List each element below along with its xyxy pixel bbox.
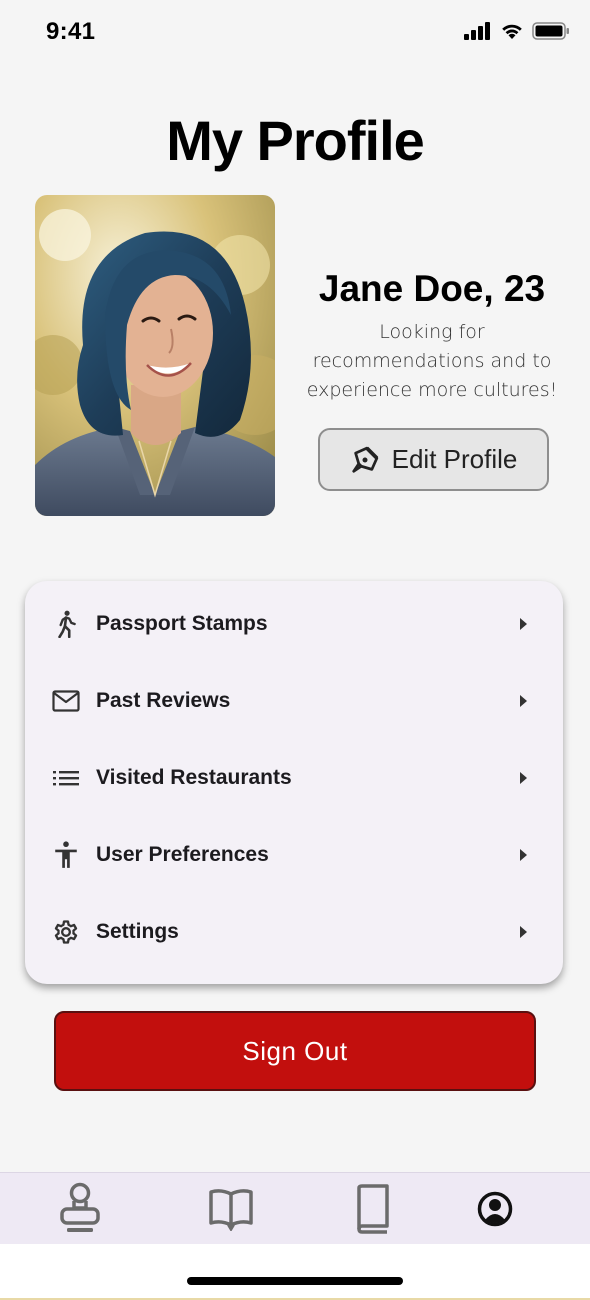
sign-out-button[interactable]: Sign Out bbox=[54, 1011, 536, 1091]
menu-item-past-reviews[interactable]: Past Reviews bbox=[25, 662, 563, 739]
battery-icon bbox=[532, 22, 569, 40]
edit-profile-button[interactable]: Edit Profile bbox=[318, 428, 549, 491]
nav-passport-stamps[interactable] bbox=[52, 1181, 108, 1237]
passport-stamp-icon bbox=[60, 1182, 100, 1232]
sign-out-label: Sign Out bbox=[242, 1035, 348, 1066]
menu-item-label: Visited Restaurants bbox=[96, 765, 292, 789]
list-icon bbox=[51, 763, 81, 793]
closed-book-icon bbox=[357, 1184, 389, 1234]
profile-bio: Looking for recommendations and to exper… bbox=[306, 321, 558, 401]
edit-profile-label: Edit Profile bbox=[391, 444, 518, 474]
home-indicator[interactable] bbox=[187, 1277, 403, 1285]
status-icons bbox=[464, 22, 570, 40]
accessibility-person-icon bbox=[51, 840, 81, 870]
chevron-right-icon bbox=[520, 848, 527, 861]
chevron-right-icon bbox=[520, 925, 527, 938]
pen-tool-icon bbox=[352, 446, 378, 473]
chevron-right-icon bbox=[520, 694, 527, 707]
menu-item-label: Past Reviews bbox=[96, 688, 231, 712]
home-indicator-area bbox=[0, 1244, 590, 1300]
menu-item-label: User Preferences bbox=[96, 842, 269, 866]
page-title: My Profile bbox=[166, 109, 425, 172]
gear-icon bbox=[51, 917, 81, 947]
status-bar: 9:41 bbox=[0, 0, 590, 66]
menu-item-passport-stamps[interactable]: Passport Stamps bbox=[25, 585, 563, 662]
menu-item-visited-restaurants[interactable]: Visited Restaurants bbox=[25, 739, 563, 816]
wifi-icon bbox=[502, 24, 522, 39]
mail-icon bbox=[51, 686, 81, 716]
menu-item-label: Passport Stamps bbox=[96, 611, 268, 635]
profile-name: Jane Doe, 23 bbox=[318, 268, 546, 309]
chevron-right-icon bbox=[520, 771, 527, 784]
nav-open-book[interactable] bbox=[203, 1181, 259, 1237]
nav-account[interactable] bbox=[467, 1181, 523, 1237]
open-book-icon bbox=[209, 1189, 253, 1231]
menu-item-settings[interactable]: Settings bbox=[25, 893, 563, 970]
account-circle-icon bbox=[477, 1191, 513, 1227]
status-time: 9:41 bbox=[46, 18, 96, 45]
menu-item-label: Settings bbox=[96, 919, 179, 943]
profile-photo bbox=[35, 195, 275, 516]
chevron-right-icon bbox=[520, 617, 527, 630]
menu-item-user-preferences[interactable]: User Preferences bbox=[25, 816, 563, 893]
bottom-nav bbox=[0, 1172, 590, 1244]
cellular-signal-icon bbox=[464, 22, 490, 40]
profile-menu: Passport Stamps Past Reviews Visited Res… bbox=[25, 581, 563, 984]
walking-person-icon bbox=[51, 609, 81, 639]
nav-closed-book[interactable] bbox=[344, 1181, 400, 1237]
